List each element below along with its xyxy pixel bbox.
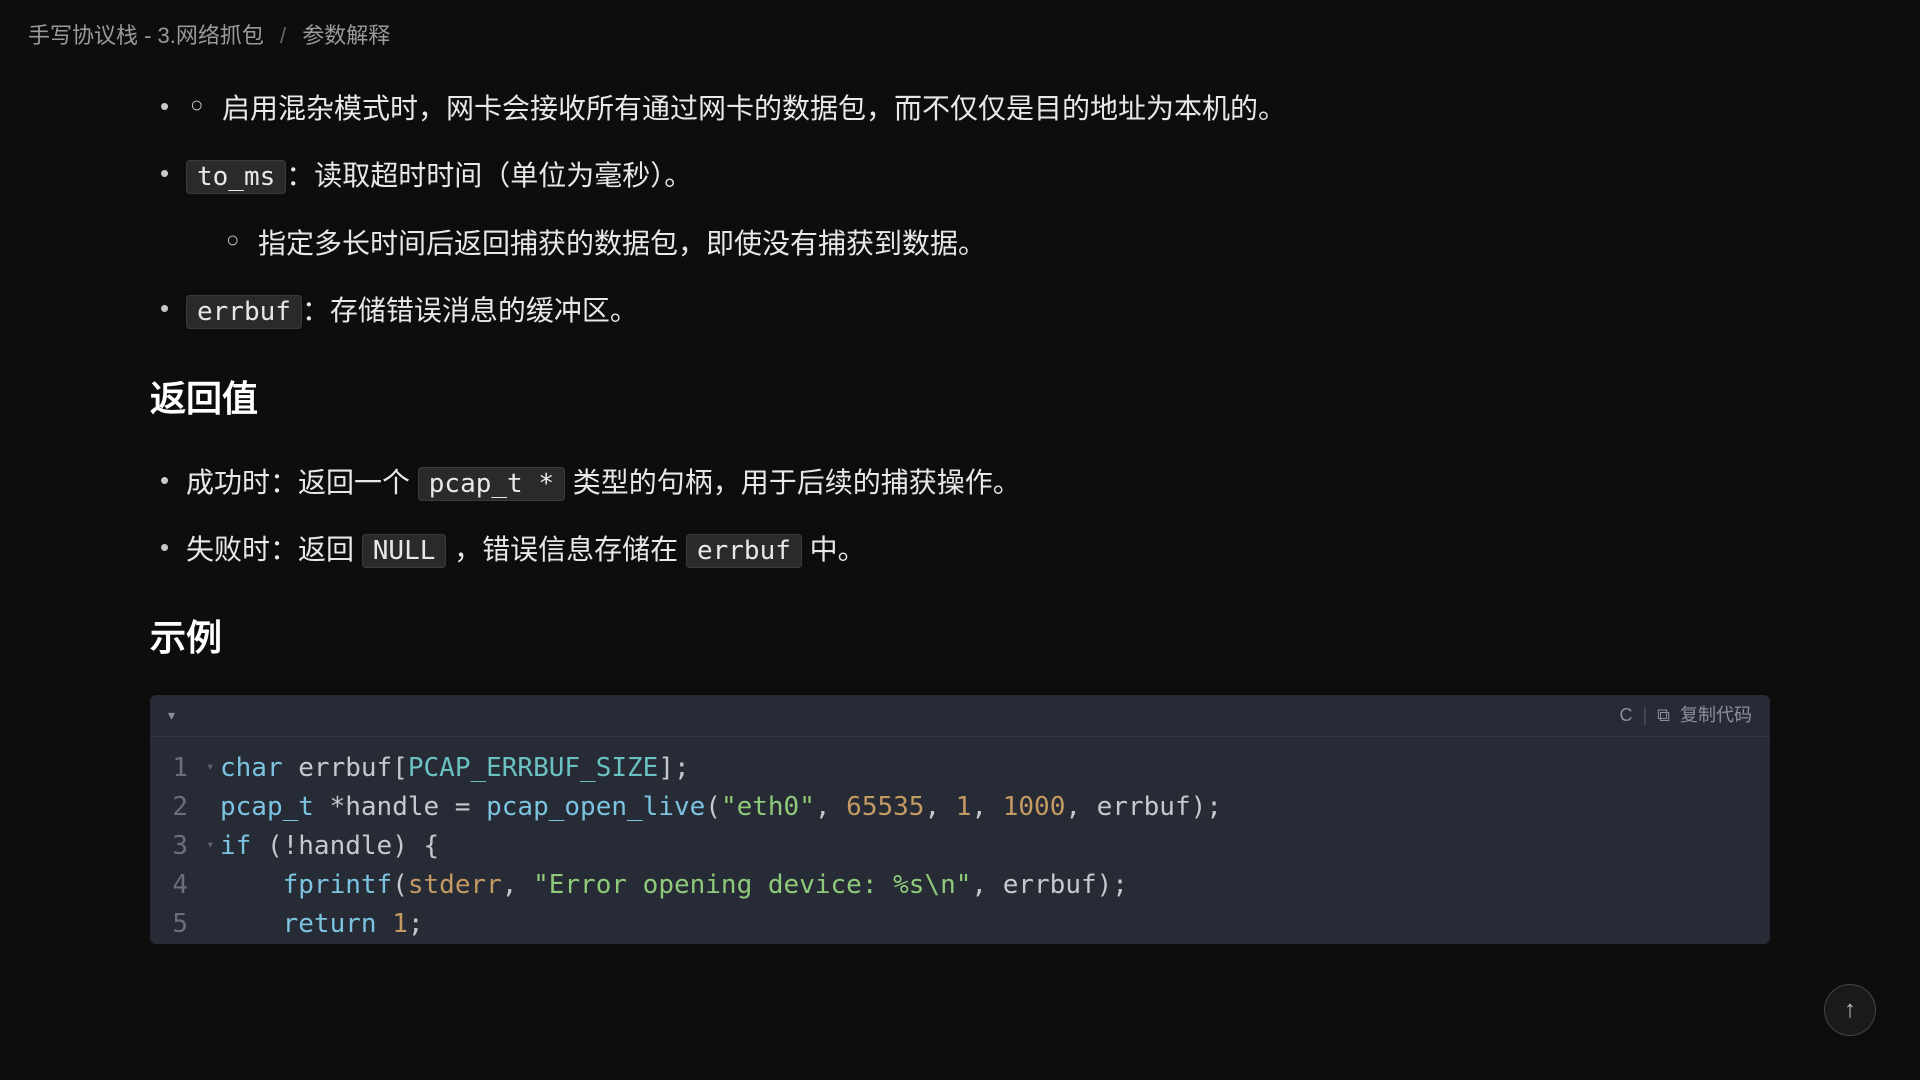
token-string: "eth0" [721,792,815,822]
line-number: 4 [150,866,206,905]
text: 类型的句柄，用于后续的捕获操作。 [565,467,1021,498]
token-punc: [ [392,753,408,783]
token-keyword: return [283,909,377,939]
token-punc: ); [1097,870,1128,900]
token-ident: errbuf [283,753,393,783]
token-ident: errbuf [1097,792,1191,822]
inline-code: pcap_t * [418,467,565,501]
token-ident: handle [298,831,392,861]
token-punc: { [408,831,439,861]
fold-marker-icon[interactable]: ▾ [206,749,220,788]
token-func: fprintf [283,870,393,900]
inline-code: errbuf [186,295,302,329]
list-item: 成功时：返回一个 pcap_t * 类型的句柄，用于后续的捕获操作。 [150,456,1770,509]
token-const: PCAP_ERRBUF_SIZE [408,753,658,783]
list-item: errbuf：存储错误消息的缓冲区。 [150,284,1770,337]
text: 成功时：返回一个 [186,467,418,498]
copy-code-button[interactable]: 复制代码 [1680,698,1752,732]
text: ：读取超时时间（单位为毫秒）。 [286,160,692,191]
line-number: 3 [150,827,206,866]
token-space [251,831,267,861]
code-block: ▾ C | ⧉ 复制代码 1 ▾ char errbuf[PCAP_ERRBUF… [150,695,1770,944]
token-type: pcap_t [220,792,314,822]
section-heading-example: 示例 [150,604,1770,672]
token-ident: stderr [408,870,502,900]
fold-marker-icon[interactable]: ▾ [206,827,220,866]
token-num: 1000 [1003,792,1066,822]
token-num: 65535 [846,792,924,822]
list-item: 启用混杂模式时，网卡会接收所有通过网卡的数据包，而不仅仅是目的地址为本机的。 [150,82,1770,135]
token-punc: ( [267,831,283,861]
code-language-label: C [1619,698,1632,732]
line-number: 5 [150,905,206,944]
token-punc: , [1065,792,1096,822]
breadcrumb-link-1[interactable]: 手写协议栈 - 3.网络抓包 [28,23,264,48]
token-punc: ( [705,792,721,822]
token-punc: ]; [658,753,689,783]
token-func: pcap_open_live [486,792,705,822]
token-ident: errbuf [1003,870,1097,900]
token-num: 1 [392,909,408,939]
code-line: 5 return 1; [150,905,1770,944]
token-punc: ! [283,831,299,861]
breadcrumb-separator: / [280,23,286,48]
breadcrumb: 手写协议栈 - 3.网络抓包 / 参数解释 [0,0,1920,68]
token-punc: , [815,792,846,822]
code-block-body: 1 ▾ char errbuf[PCAP_ERRBUF_SIZE]; 2 pca… [150,737,1770,944]
token-punc: ); [1191,792,1222,822]
token-punc: , [971,870,1002,900]
token-num: 1 [956,792,972,822]
scroll-to-top-button[interactable]: ↑ [1824,984,1876,1036]
text: ，错误信息存储在 [446,534,686,565]
token-punc: = [439,792,486,822]
article-content: 启用混杂模式时，网卡会接收所有通过网卡的数据包，而不仅仅是目的地址为本机的。 t… [0,82,1920,944]
token-punc: ( [392,870,408,900]
line-number: 2 [150,788,206,827]
token-punc: , [502,870,533,900]
inline-code: to_ms [186,160,286,194]
list-item: 失败时：返回 NULL ，错误信息存储在 errbuf 中。 [150,523,1770,576]
token-punc: , [971,792,1002,822]
token-keyword: if [220,831,251,861]
token-punc: * [314,792,345,822]
token-string: "Error opening device: %s\n" [533,870,971,900]
token-punc: , [924,792,955,822]
arrow-up-icon: ↑ [1844,996,1856,1024]
inline-code: errbuf [686,534,802,568]
token-type: char [220,753,283,783]
list-item: to_ms：读取超时时间（单位为毫秒）。 指定多长时间后返回捕获的数据包，即使没… [150,149,1770,270]
collapse-toggle-icon[interactable]: ▾ [168,702,175,729]
text: ：存储错误消息的缓冲区。 [302,295,638,326]
token-space [377,909,393,939]
code-block-header: ▾ C | ⧉ 复制代码 [150,695,1770,737]
breadcrumb-link-2[interactable]: 参数解释 [302,23,390,48]
copy-icon[interactable]: ⧉ [1657,698,1670,732]
text: 中。 [802,534,866,565]
token-indent [220,870,283,900]
code-line: 1 ▾ char errbuf[PCAP_ERRBUF_SIZE]; [150,749,1770,788]
text: 失败时：返回 [186,534,362,565]
token-indent [220,909,283,939]
section-heading-return: 返回值 [150,365,1770,433]
code-line: 3 ▾ if (!handle) { [150,827,1770,866]
code-line: 4 fprintf(stderr, "Error opening device:… [150,866,1770,905]
divider: | [1642,698,1647,732]
token-ident: handle [345,792,439,822]
line-number: 1 [150,749,206,788]
inline-code: NULL [362,534,447,568]
code-line: 2 pcap_t *handle = pcap_open_live("eth0"… [150,788,1770,827]
token-punc: ) [392,831,408,861]
list-item: 指定多长时间后返回捕获的数据包，即使没有捕获到数据。 [186,217,1770,270]
token-punc: ; [408,909,424,939]
